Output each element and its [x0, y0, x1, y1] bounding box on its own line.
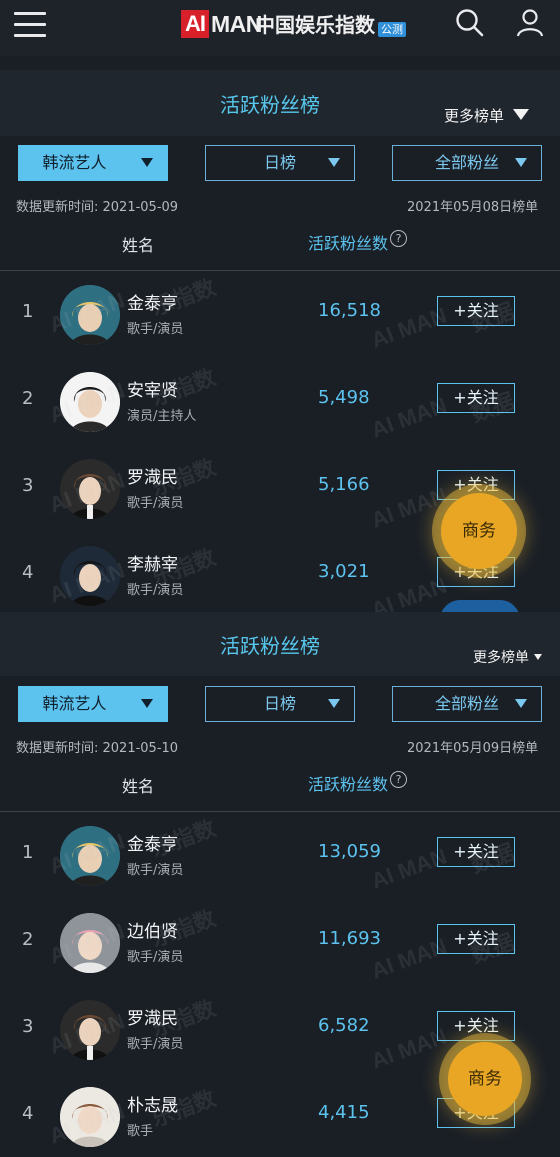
- fan-count: 5,498: [318, 387, 370, 408]
- board-2-title: 活跃粉丝榜: [220, 634, 320, 658]
- rank: 4: [22, 562, 34, 583]
- board-1-period-dropdown[interactable]: 日榜: [205, 145, 355, 181]
- triangle-down-icon: [328, 699, 340, 708]
- board-1-date: 2021年05月08日榜单: [407, 200, 539, 215]
- more-label: 更多榜单: [444, 107, 505, 125]
- artist-role: 歌手: [127, 1124, 154, 1139]
- column-name: 姓名: [122, 777, 155, 796]
- logo-text: 中国娱乐指数: [255, 13, 375, 37]
- help-icon[interactable]: ?: [390, 771, 408, 788]
- artist-role: 歌手/演员: [127, 863, 184, 878]
- board-2-date: 2021年05月09日榜单: [407, 741, 539, 756]
- rank: 2: [22, 929, 34, 950]
- fan-count: 13,059: [318, 841, 381, 862]
- fan-count: 3,021: [318, 561, 370, 582]
- triangle-down-icon: [512, 109, 529, 120]
- rank: 1: [22, 301, 34, 322]
- board-2-period-dropdown[interactable]: 日榜: [205, 686, 355, 722]
- fan-count: 11,693: [318, 928, 381, 949]
- more-label: 更多榜单: [473, 650, 529, 666]
- fan-count: 16,518: [318, 300, 381, 321]
- fan-count: 5,166: [318, 474, 370, 495]
- follow-button[interactable]: +关注: [437, 1011, 515, 1041]
- board-2-update-time: 数据更新时间: 2021-05-10: [16, 741, 179, 756]
- top-bar: AI MAN 中国娱乐指数 公测: [0, 0, 560, 56]
- board-1-fans-dropdown[interactable]: 全部粉丝: [392, 145, 542, 181]
- triangle-down-icon: [534, 654, 543, 660]
- column-fans: 活跃粉丝数?: [308, 771, 408, 795]
- board-1-update-time: 数据更新时间: 2021-05-09: [16, 200, 179, 215]
- help-icon[interactable]: ?: [390, 230, 408, 247]
- rank: 3: [22, 1016, 34, 1037]
- rank: 3: [22, 475, 34, 496]
- board-2-fans-dropdown[interactable]: 全部粉丝: [392, 686, 542, 722]
- fan-count: 6,582: [318, 1015, 370, 1036]
- column-fans: 活跃粉丝数?: [308, 230, 408, 254]
- rank: 2: [22, 388, 34, 409]
- rank: 1: [22, 842, 34, 863]
- artist-role: 歌手/演员: [127, 322, 184, 337]
- fan-count: 4,415: [318, 1102, 370, 1123]
- triangle-down-icon: [515, 699, 527, 708]
- triangle-down-icon: [141, 158, 153, 167]
- beta-badge: 公测: [378, 22, 406, 37]
- board-2-category-dropdown[interactable]: 韩流艺人: [18, 686, 168, 722]
- board-1-category-dropdown[interactable]: 韩流艺人: [18, 145, 168, 181]
- business-button[interactable]: 商务: [448, 1042, 522, 1116]
- column-fans-label: 活跃粉丝数: [308, 775, 389, 794]
- rank: 4: [22, 1103, 34, 1124]
- column-name: 姓名: [122, 236, 155, 255]
- triangle-down-icon: [515, 158, 527, 167]
- user-icon[interactable]: [515, 8, 545, 38]
- logo-ai: AI: [181, 10, 209, 38]
- triangle-down-icon: [328, 158, 340, 167]
- dropdown-label: 韩流艺人: [42, 694, 107, 713]
- triangle-down-icon: [141, 699, 153, 708]
- hamburger-menu-icon[interactable]: [14, 12, 46, 40]
- board-1-more-button[interactable]: 更多榜单: [444, 105, 529, 126]
- column-fans-label: 活跃粉丝数: [308, 234, 389, 253]
- dropdown-label: 韩流艺人: [42, 153, 107, 172]
- business-button[interactable]: 商务: [441, 493, 517, 569]
- board-2-more-button[interactable]: 更多榜单: [473, 647, 543, 667]
- search-icon[interactable]: [455, 8, 485, 38]
